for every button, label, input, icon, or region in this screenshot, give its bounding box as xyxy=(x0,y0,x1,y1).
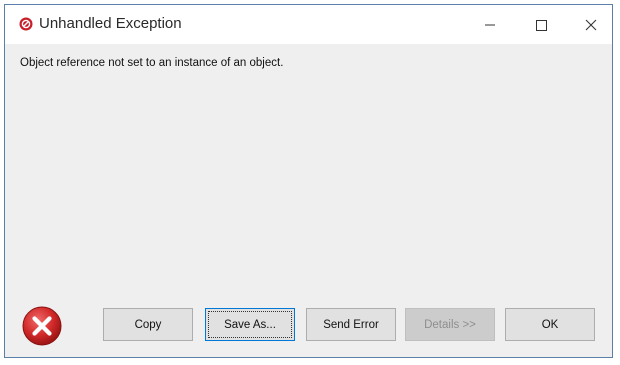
minimize-icon xyxy=(485,24,495,26)
title-bar[interactable]: Unhandled Exception xyxy=(5,5,612,44)
error-circle-icon xyxy=(19,17,33,31)
maximize-icon xyxy=(536,20,547,31)
window-title: Unhandled Exception xyxy=(39,15,182,32)
error-message: Object reference not set to an instance … xyxy=(20,57,284,69)
ok-button[interactable]: OK xyxy=(505,308,595,341)
details-button[interactable]: Details >> xyxy=(405,308,495,341)
copy-button[interactable]: Copy xyxy=(103,308,193,341)
maximize-button[interactable] xyxy=(518,5,564,44)
unhandled-exception-window: Unhandled Exception Object reference not… xyxy=(4,4,613,358)
error-x-icon xyxy=(21,305,63,347)
minimize-button[interactable] xyxy=(467,5,513,44)
close-button[interactable] xyxy=(568,5,612,44)
close-icon xyxy=(585,19,597,31)
send-error-button[interactable]: Send Error xyxy=(306,308,396,341)
save-as-button[interactable]: Save As... xyxy=(205,308,295,341)
